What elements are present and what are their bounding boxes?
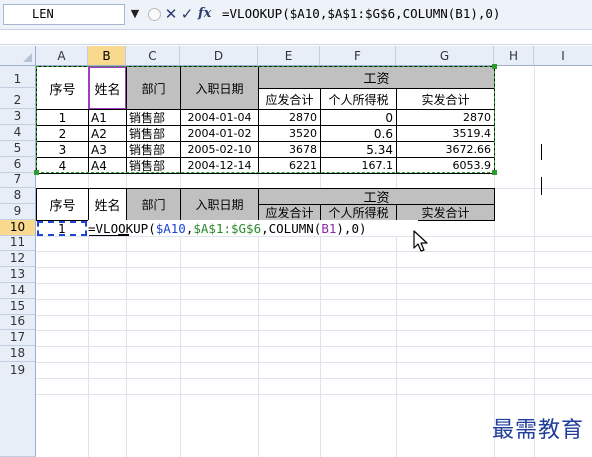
table2-header-seq[interactable]: 序号 [36, 188, 89, 221]
name-box[interactable]: LEN [3, 4, 125, 25]
cell-edit-formula[interactable]: =VLOOKUP($A10, $A$1:$G$6 ,COLUMN(B1),0) [88, 220, 418, 236]
table2-cell-seq[interactable]: 1 [37, 221, 87, 236]
column-header-a[interactable]: A [36, 46, 88, 66]
gridline [36, 315, 592, 316]
formula-part-column: ,COLUMN( [261, 220, 322, 236]
table2-header-gross[interactable]: 应发合计 [258, 204, 321, 221]
formula-input[interactable]: =VLOOKUP($A10,$A$1:$G$6,COLUMN(B1),0) [222, 5, 586, 23]
table2-header-net[interactable]: 实发合计 [396, 204, 495, 221]
table2-header-dept[interactable]: 部门 [126, 188, 181, 221]
row-header-13[interactable]: 13 [0, 267, 36, 283]
gridline [36, 330, 592, 331]
column-header-b[interactable]: B [88, 46, 126, 66]
row-header-17[interactable]: 17 [0, 330, 36, 346]
gridline [36, 346, 592, 347]
row-header-1[interactable]: 1 [0, 66, 36, 88]
toolbar-strip [0, 31, 592, 45]
range-handle[interactable] [492, 64, 497, 69]
cancel-icon[interactable]: ✕ [164, 5, 178, 23]
worksheet-grid[interactable]: A B C D E F G H I 1 2 3 4 5 6 7 8 9 10 1… [0, 46, 592, 457]
name-box-dropdown-icon[interactable]: ▼ [128, 5, 142, 23]
range-reference-border [36, 66, 495, 173]
cursor-mark [541, 144, 542, 160]
formula-bar: LEN ▼ ✕ ✓ fx =VLOOKUP($A10,$A$1:$G$6,COL… [0, 0, 592, 30]
column-header-f[interactable]: F [320, 46, 396, 66]
column-header-c[interactable]: C [126, 46, 180, 66]
row-header-19[interactable]: 19 [0, 362, 36, 457]
gridline [36, 251, 592, 252]
row-header-8[interactable]: 8 [0, 188, 36, 204]
formula-ref-range: $A$1:$G$6 [193, 220, 262, 236]
row-header-12[interactable]: 12 [0, 251, 36, 267]
row-header-3[interactable]: 3 [0, 109, 36, 125]
gridline [36, 236, 592, 237]
column-header-d[interactable]: D [180, 46, 258, 66]
row-header-7[interactable]: 7 [0, 172, 36, 188]
insert-function-icon[interactable]: fx [198, 5, 214, 23]
row-header-10[interactable]: 10 [0, 220, 36, 236]
formula-part-end: ),0) [336, 220, 367, 236]
formula-ref-b1: B1 [321, 220, 337, 236]
row-header-4[interactable]: 4 [0, 125, 36, 141]
row-header-9[interactable]: 9 [0, 204, 36, 220]
gridline [36, 362, 592, 363]
row-header-16[interactable]: 16 [0, 314, 36, 330]
row-header-11[interactable]: 11 [0, 235, 36, 251]
row-header-14[interactable]: 14 [0, 283, 36, 299]
underline-bold [118, 234, 129, 236]
row-header-6[interactable]: 6 [0, 157, 36, 173]
mouse-pointer-icon [413, 230, 428, 252]
column-header-i[interactable]: I [534, 46, 592, 66]
gridline [534, 66, 535, 457]
cursor-mark [541, 177, 542, 195]
formula-ref-a10: $A10 [155, 220, 186, 236]
table2-header-salary[interactable]: 工资 [258, 188, 495, 205]
row-header-15[interactable]: 15 [0, 299, 36, 315]
table2-header-date[interactable]: 入职日期 [180, 188, 259, 221]
range-handle[interactable] [34, 170, 39, 175]
range-handle[interactable] [492, 170, 497, 175]
column-header-g[interactable]: G [396, 46, 494, 66]
formula-part-sep: , [185, 220, 194, 236]
enter-icon[interactable]: ✓ [180, 5, 194, 23]
table2-header-tax[interactable]: 个人所得税 [320, 204, 397, 221]
gridline [36, 267, 592, 268]
row-header-18[interactable]: 18 [0, 346, 36, 362]
column-header-e[interactable]: E [258, 46, 320, 66]
select-all-corner[interactable] [0, 46, 36, 66]
gridline [36, 299, 592, 300]
gridline [36, 394, 592, 395]
table2-header-name[interactable]: 姓名 [88, 188, 127, 221]
row-header-5[interactable]: 5 [0, 141, 36, 157]
gridline [36, 378, 592, 379]
column-header-h[interactable]: H [494, 46, 534, 66]
gridline [36, 283, 592, 284]
row-header-2[interactable]: 2 [0, 88, 36, 109]
watermark-text: 最需教育 [491, 418, 584, 443]
function-circle-icon [148, 8, 161, 21]
